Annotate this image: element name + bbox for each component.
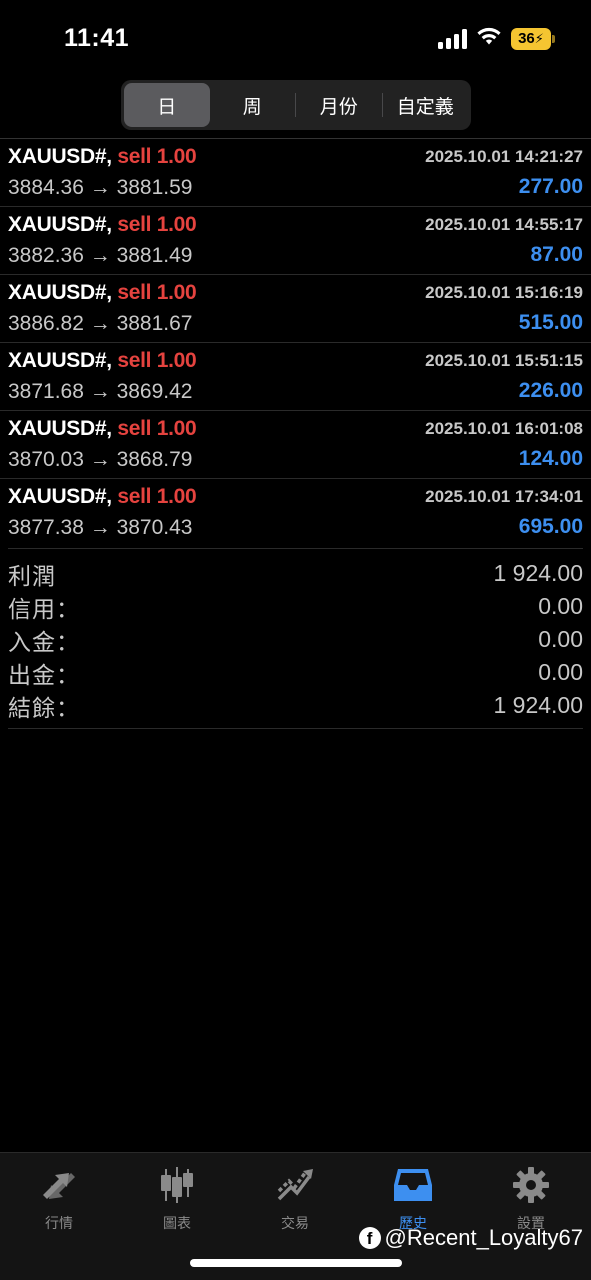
trade-symbol: XAUUSD#, — [8, 281, 112, 304]
trade-profit: 124.00 — [518, 447, 583, 470]
watermark-text: @Recent_Loyalty67 — [384, 1225, 583, 1250]
trade-profit: 87.00 — [530, 243, 583, 266]
trade-prices: 3871.68 → 3869.42 — [8, 380, 193, 403]
facebook-icon: f — [358, 1227, 381, 1249]
home-indicator[interactable] — [190, 1259, 402, 1267]
trade-symbol-line: XAUUSD#, sell 1.00 — [8, 145, 197, 169]
trade-prices: 3877.38 → 3870.43 — [8, 516, 193, 539]
summary-value: 1 924.00 — [493, 560, 583, 586]
trade-symbol: XAUUSD#, — [8, 417, 112, 440]
wifi-icon — [476, 26, 502, 51]
trade-history-list: XAUUSD#, sell 1.00 2025.10.01 14:21:27 3… — [0, 138, 591, 546]
trade-row[interactable]: XAUUSD#, sell 1.00 2025.10.01 15:16:19 3… — [0, 274, 591, 342]
trade-symbol-line: XAUUSD#, sell 1.00 — [8, 349, 197, 373]
trade-row[interactable]: XAUUSD#, sell 1.00 2025.10.01 14:55:17 3… — [0, 206, 591, 274]
trade-row[interactable]: XAUUSD#, sell 1.00 2025.10.01 17:34:01 3… — [0, 478, 591, 546]
trade-symbol: XAUUSD#, — [8, 349, 112, 372]
status-icons: 36 ⚡ — [438, 26, 555, 51]
trade-symbol: XAUUSD#, — [8, 213, 112, 236]
period-segmented-control: 日 周 月份 自定義 — [121, 80, 471, 130]
summary-row-balance: 結餘： 1 924.00 — [8, 689, 583, 722]
trade-symbol-line: XAUUSD#, sell 1.00 — [8, 485, 197, 509]
trade-prices: 3870.03 → 3868.79 — [8, 448, 193, 471]
trade-prices: 3882.36 → 3881.49 — [8, 244, 193, 267]
battery-level: 36 — [518, 30, 535, 47]
trade-symbol-line: XAUUSD#, sell 1.00 — [8, 281, 197, 305]
quotes-icon — [37, 1163, 81, 1207]
trade-time: 2025.10.01 15:16:19 — [425, 283, 583, 302]
summary-label: 出金： — [8, 661, 80, 688]
trade-symbol: XAUUSD#, — [8, 145, 112, 168]
trade-symbol-line: XAUUSD#, sell 1.00 — [8, 213, 197, 237]
summary-label: 入金： — [8, 628, 80, 655]
trade-symbol: XAUUSD#, — [8, 485, 112, 508]
trade-profit: 226.00 — [518, 379, 583, 402]
summary-value: 0.00 — [538, 626, 583, 652]
status-bar: 11:41 36 ⚡ — [0, 0, 591, 76]
trade-side: sell 1.00 — [117, 281, 197, 304]
summary-label: 利潤 — [8, 562, 56, 589]
trade-symbol-line: XAUUSD#, sell 1.00 — [8, 417, 197, 441]
battery-icon: 36 ⚡ — [511, 27, 555, 50]
summary-label: 結餘： — [8, 694, 80, 721]
trade-side: sell 1.00 — [117, 145, 197, 168]
tab-quotes[interactable]: 行情 — [19, 1163, 99, 1233]
summary-value: 1 924.00 — [493, 692, 583, 718]
trade-time: 2025.10.01 17:34:01 — [425, 487, 583, 506]
summary-divider — [8, 728, 583, 729]
status-time: 11:41 — [64, 24, 130, 52]
trade-row[interactable]: XAUUSD#, sell 1.00 2025.10.01 15:51:15 3… — [0, 342, 591, 410]
history-inbox-icon — [391, 1163, 435, 1207]
watermark: f @Recent_Loyalty67 — [358, 1225, 583, 1251]
trade-time: 2025.10.01 15:51:15 — [425, 351, 583, 370]
tab-charts[interactable]: 圖表 — [137, 1163, 217, 1233]
period-tab-week[interactable]: 周 — [210, 83, 296, 127]
summary-row-credit: 信用： 0.00 — [8, 590, 583, 623]
trade-time: 2025.10.01 16:01:08 — [425, 419, 583, 438]
trade-profit: 695.00 — [518, 515, 583, 538]
account-summary: 利潤 1 924.00 信用： 0.00 入金： 0.00 出金： 0.00 結… — [8, 548, 583, 722]
summary-value: 0.00 — [538, 593, 583, 619]
period-tab-month[interactable]: 月份 — [296, 83, 382, 127]
summary-row-withdrawal: 出金： 0.00 — [8, 656, 583, 689]
trade-profit: 515.00 — [518, 311, 583, 334]
summary-label: 信用： — [8, 595, 80, 622]
tab-trade[interactable]: 交易 — [255, 1163, 335, 1233]
trade-profit: 277.00 — [518, 175, 583, 198]
trade-side: sell 1.00 — [117, 213, 197, 236]
trade-trend-icon — [273, 1163, 317, 1207]
trade-side: sell 1.00 — [117, 349, 197, 372]
period-tab-day[interactable]: 日 — [124, 83, 210, 127]
summary-row-profit: 利潤 1 924.00 — [8, 557, 583, 590]
trade-time: 2025.10.01 14:55:17 — [425, 215, 583, 234]
cellular-signal-icon — [438, 28, 467, 49]
period-tab-custom[interactable]: 自定義 — [383, 83, 469, 127]
tab-label: 圖表 — [163, 1215, 191, 1231]
trade-time: 2025.10.01 14:21:27 — [425, 147, 583, 166]
tab-label: 行情 — [45, 1215, 73, 1231]
gear-icon — [509, 1163, 553, 1207]
tab-label: 交易 — [281, 1215, 309, 1231]
trade-prices: 3884.36 → 3881.59 — [8, 176, 193, 199]
summary-row-deposit: 入金： 0.00 — [8, 623, 583, 656]
trade-row[interactable]: XAUUSD#, sell 1.00 2025.10.01 14:21:27 3… — [0, 138, 591, 206]
trade-row[interactable]: XAUUSD#, sell 1.00 2025.10.01 16:01:08 3… — [0, 410, 591, 478]
summary-value: 0.00 — [538, 659, 583, 685]
tab-settings[interactable]: 設置 — [491, 1163, 571, 1233]
candlestick-chart-icon — [155, 1163, 199, 1207]
trade-side: sell 1.00 — [117, 485, 197, 508]
trade-side: sell 1.00 — [117, 417, 197, 440]
tab-history[interactable]: 歷史 — [373, 1163, 453, 1233]
trade-prices: 3886.82 → 3881.67 — [8, 312, 193, 335]
